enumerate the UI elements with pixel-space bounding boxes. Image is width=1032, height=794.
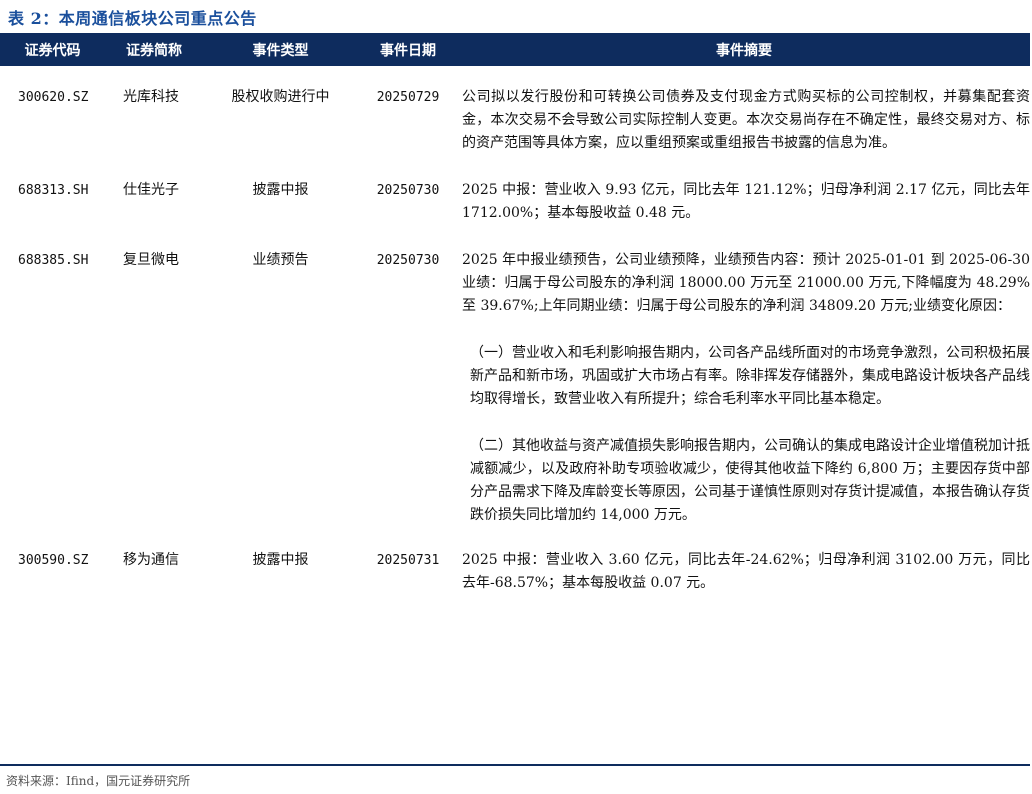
cell-code: 688313.SH [18,183,89,198]
cell-date: 20250730 [376,253,440,268]
cell-type: 业绩预告 [252,252,309,268]
header-type: 事件类型 [252,42,309,59]
summary-paragraph: 2025 年中报业绩预告，公司业绩预降，业绩预告内容：预计 2025-01-01… [462,252,1030,314]
summary-paragraph: 公司拟以发行股份和可转换公司债券及支付现金方式购买标的公司控制权，并募集配套资金… [462,89,1030,151]
cell-summary: 2025 中报：营业收入 3.60 亿元，同比去年-24.62%；归母净利润 3… [458,549,1030,595]
cell-name: 复旦微电 [123,252,179,268]
cell-code: 300620.SZ [18,90,89,105]
cell-type: 披露中报 [252,552,309,568]
header-summary: 事件摘要 [716,42,772,59]
header-name: 证券简称 [126,42,182,59]
summary-paragraph: （二）其他收益与资产减值损失影响报告期内，公司确认的集成电路设计企业增值税加计抵… [470,438,1030,523]
cell-name: 光库科技 [123,89,179,105]
cell-summary: 2025 年中报业绩预告，公司业绩预降，业绩预告内容：预计 2025-01-01… [458,249,1030,527]
table-title: 表 2：本周通信板块公司重点公告 [8,9,257,28]
cell-summary: 公司拟以发行股份和可转换公司债券及支付现金方式购买标的公司控制权，并募集配套资金… [458,86,1030,155]
cell-code: 688385.SH [18,253,89,268]
cell-summary: 2025 中报：营业收入 9.93 亿元，同比去年 121.12%；归母净利润 … [458,179,1030,225]
header-date: 事件日期 [380,42,436,59]
summary-paragraph: 2025 中报：营业收入 3.60 亿元，同比去年-24.62%；归母净利润 3… [462,552,1030,591]
summary-paragraph: 2025 中报：营业收入 9.93 亿元，同比去年 121.12%；归母净利润 … [462,182,1030,221]
header-code: 证券代码 [24,42,81,59]
cell-type: 披露中报 [252,182,309,198]
announcement-table: 证券代码 证券简称 事件类型 事件日期 事件摘要 300620.SZ 光库科技 … [0,33,1030,595]
cell-name: 仕佳光子 [123,182,179,198]
cell-name: 移为通信 [123,552,179,568]
table-bottom-rule [0,764,1030,766]
summary-paragraph: （一）营业收入和毛利影响报告期内，公司各产品线所面对的市场竞争激烈，公司积极拓展… [470,345,1030,407]
cell-date: 20250730 [376,183,440,198]
table-row: 300620.SZ 光库科技 股权收购进行中 20250729 公司拟以发行股份… [0,86,1030,155]
cell-date: 20250729 [376,90,440,105]
cell-date: 20250731 [376,553,440,568]
table-row: 688313.SH 仕佳光子 披露中报 20250730 2025 中报：营业收… [0,179,1030,225]
table-header: 证券代码 证券简称 事件类型 事件日期 事件摘要 [0,33,1030,66]
table-row: 300590.SZ 移为通信 披露中报 20250731 2025 中报：营业收… [0,549,1030,595]
cell-code: 300590.SZ [18,553,89,568]
cell-type: 股权收购进行中 [231,89,330,105]
source-note: 资料来源：Ifind，国元证券研究所 [6,774,191,788]
table-row: 688385.SH 复旦微电 业绩预告 20250730 2025 年中报业绩预… [0,249,1030,527]
